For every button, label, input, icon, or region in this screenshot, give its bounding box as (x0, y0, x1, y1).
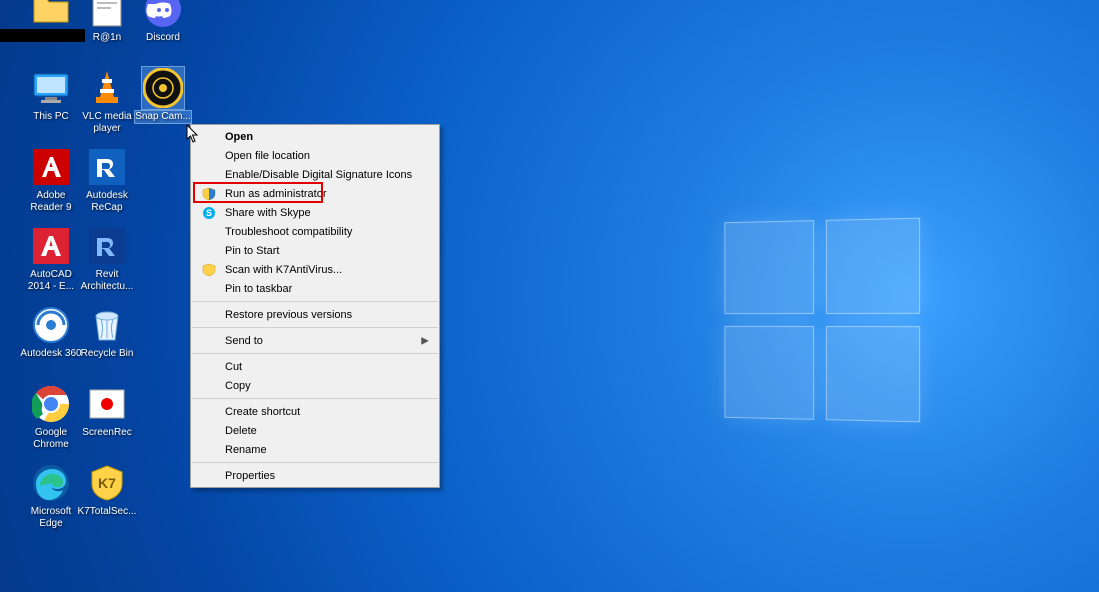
desktop-icon-label: R@1n (93, 32, 122, 44)
context-menu-item-enable-disable-digital-signature-icons[interactable]: Enable/Disable Digital Signature Icons (191, 165, 439, 184)
context-menu-item-label: Troubleshoot compatibility (225, 226, 352, 238)
desktop-icon-chrome[interactable]: Google Chrome (20, 383, 82, 450)
desktop-icon-label: This PC (33, 111, 69, 123)
context-menu-item-label: Cut (225, 361, 242, 373)
desktop-icon-label: VLC media player (76, 111, 138, 134)
context-menu-item-label: Send to (225, 335, 263, 347)
context-menu-item-label: Open (225, 131, 253, 143)
context-menu-item-label: Pin to taskbar (225, 283, 292, 295)
desktop-icon-vlc[interactable]: VLC media player (76, 67, 138, 134)
desktop-icon-label: Adobe Reader 9 (20, 190, 82, 213)
desktop-icon-edge[interactable]: Microsoft Edge (20, 462, 82, 529)
k7-icon: K7 (86, 462, 128, 504)
context-menu-separator (192, 462, 438, 463)
skype-icon: S (201, 205, 217, 221)
desktop-icon-label: ScreenRec (82, 427, 131, 439)
context-menu-item-share-with-skype[interactable]: S Share with Skype (191, 203, 439, 222)
edge-icon (30, 462, 72, 504)
context-menu-item-label: Pin to Start (225, 245, 279, 257)
windows-logo-wallpaper (724, 218, 920, 423)
desktop-icon-label: Snap Cam... (135, 111, 191, 123)
svg-text:K7: K7 (98, 475, 116, 491)
desktop-icon-k7[interactable]: K7 K7TotalSec... (76, 462, 138, 518)
autocad-icon (30, 225, 72, 267)
desktop-icon-label: Google Chrome (20, 427, 82, 450)
context-menu-item-properties[interactable]: Properties (191, 466, 439, 485)
pc-icon (30, 67, 72, 109)
snap-icon (142, 67, 184, 109)
desktop-icon-label: Microsoft Edge (20, 506, 82, 529)
desktop-icon-recyclebin[interactable]: Recycle Bin (76, 304, 138, 360)
context-menu-item-cut[interactable]: Cut (191, 357, 439, 376)
context-menu-separator (192, 353, 438, 354)
context-menu-separator (192, 301, 438, 302)
folder-yellow-icon (30, 0, 72, 30)
context-menu-item-label: Scan with K7AntiVirus... (225, 264, 342, 276)
desktop-icon-autodesk360[interactable]: Autodesk 360 (20, 304, 82, 360)
context-menu-item-label: Restore previous versions (225, 309, 352, 321)
context-menu-item-open[interactable]: Open (191, 127, 439, 146)
context-menu-item-label: Rename (225, 444, 267, 456)
desktop[interactable]: R@1n Discord This PC VLC media playerSnap C… (0, 0, 1099, 592)
desktop-icon-screenrec[interactable]: ScreenRec (76, 383, 138, 439)
context-menu-item-label: Delete (225, 425, 257, 437)
chrome-icon (30, 383, 72, 425)
context-menu-item-pin-to-taskbar[interactable]: Pin to taskbar (191, 279, 439, 298)
context-menu-item-label: Create shortcut (225, 406, 300, 418)
screenrec-icon (86, 383, 128, 425)
desktop-icon-label: Recycle Bin (81, 348, 134, 360)
k7-icon (201, 262, 217, 278)
desktop-icon-label: Autodesk 360 (20, 348, 81, 360)
context-menu: Open Open file location Enable/Disable Dig… (190, 124, 440, 488)
bin-icon (86, 304, 128, 346)
context-menu-item-label: Copy (225, 380, 251, 392)
desktop-icon-revit[interactable]: Revit Architectu... (76, 225, 138, 292)
context-menu-item-troubleshoot-compatibility[interactable]: Troubleshoot compatibility (191, 222, 439, 241)
desktop-icon-snapcam[interactable]: Snap Cam... (132, 67, 194, 123)
context-menu-item-send-to[interactable]: Send to ▶ (191, 331, 439, 350)
context-menu-item-label: Open file location (225, 150, 310, 162)
context-menu-item-create-shortcut[interactable]: Create shortcut (191, 402, 439, 421)
desktop-icon-r01n[interactable]: R@1n (76, 0, 138, 44)
desktop-icon-recap[interactable]: Autodesk ReCap (76, 146, 138, 213)
desktop-icon-thispc[interactable]: This PC (20, 67, 82, 123)
context-menu-item-label: Properties (225, 470, 275, 482)
page-icon (86, 0, 128, 30)
discord-icon (142, 0, 184, 30)
desktop-icon-autocad[interactable]: AutoCAD 2014 - E... (20, 225, 82, 292)
context-menu-item-open-file-location[interactable]: Open file location (191, 146, 439, 165)
context-menu-item-label: Share with Skype (225, 207, 311, 219)
shield-icon (201, 186, 217, 202)
context-menu-item-run-as-administrator[interactable]: Run as administrator (191, 184, 439, 203)
a360-icon (30, 304, 72, 346)
context-menu-item-scan-with-k7antivirus[interactable]: Scan with K7AntiVirus... (191, 260, 439, 279)
desktop-icon-adobereader[interactable]: Adobe Reader 9 (20, 146, 82, 213)
svg-text:S: S (206, 208, 212, 218)
context-menu-item-pin-to-start[interactable]: Pin to Start (191, 241, 439, 260)
context-menu-item-label: Run as administrator (225, 188, 327, 200)
context-menu-item-restore-previous-versions[interactable]: Restore previous versions (191, 305, 439, 324)
revit-icon (86, 225, 128, 267)
vlc-icon (86, 67, 128, 109)
context-menu-item-delete[interactable]: Delete (191, 421, 439, 440)
context-menu-item-label: Enable/Disable Digital Signature Icons (225, 169, 412, 181)
recap-icon (86, 146, 128, 188)
desktop-icon-discord[interactable]: Discord (132, 0, 194, 44)
desktop-icon-label: K7TotalSec... (78, 506, 137, 518)
desktop-icon-label: Revit Architectu... (76, 269, 138, 292)
context-menu-separator (192, 398, 438, 399)
desktop-icon-unknown1[interactable] (20, 0, 82, 32)
desktop-icon-label: Autodesk ReCap (76, 190, 138, 213)
context-menu-item-copy[interactable]: Copy (191, 376, 439, 395)
adobe-icon (30, 146, 72, 188)
context-menu-separator (192, 327, 438, 328)
chevron-right-icon: ▶ (421, 335, 429, 346)
desktop-icon-label: AutoCAD 2014 - E... (20, 269, 82, 292)
desktop-icon-label: Discord (146, 32, 180, 44)
context-menu-item-rename[interactable]: Rename (191, 440, 439, 459)
